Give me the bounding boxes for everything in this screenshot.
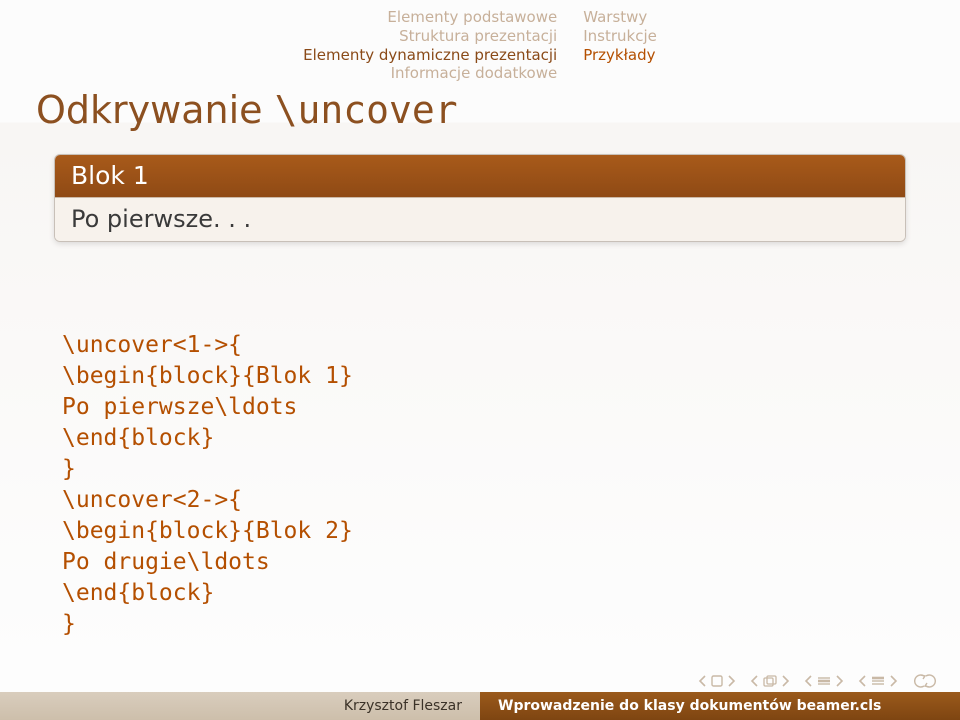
nav-frame-icon[interactable] xyxy=(750,675,790,687)
nav-subsection-0[interactable]: Warstwy xyxy=(583,8,657,27)
slide: Elementy podstawowe Struktura prezentacj… xyxy=(0,0,960,720)
nav-section-1[interactable]: Struktura prezentacji xyxy=(303,27,557,46)
nav-section-2[interactable]: Elementy dynamiczne prezentacji xyxy=(303,46,557,65)
nav-sections: Elementy podstawowe Struktura prezentacj… xyxy=(303,8,557,83)
nav-subsections: Warstwy Instrukcje Przykłady xyxy=(583,8,657,83)
header-nav: Elementy podstawowe Struktura prezentacj… xyxy=(0,8,960,83)
block-title: Blok 1 xyxy=(55,155,905,197)
nav-slide-icon[interactable] xyxy=(698,675,736,687)
example-block: Blok 1 Po pierwsze. . . xyxy=(54,154,906,242)
beamer-nav-symbols[interactable] xyxy=(698,674,938,688)
nav-subsection-2[interactable]: Przykłady xyxy=(583,46,657,65)
nav-section-icon[interactable] xyxy=(858,675,898,687)
nav-section-0[interactable]: Elementy podstawowe xyxy=(303,8,557,27)
block-body: Po pierwsze. . . xyxy=(55,197,905,241)
nav-section-3[interactable]: Informacje dodatkowe xyxy=(303,64,557,83)
frame-title-cmd: \uncover xyxy=(275,88,458,132)
header-nav-inner: Elementy podstawowe Struktura prezentacj… xyxy=(303,8,657,83)
code-listing: \uncover<1->{ \begin{block}{Blok 1} Po p… xyxy=(62,330,353,640)
frame-title: Odkrywanie \uncover xyxy=(36,88,458,132)
footer-author: Krzysztof Fleszar xyxy=(0,692,480,720)
footer: Krzysztof Fleszar Wprowadzenie do klasy … xyxy=(0,692,960,720)
nav-subsection-icon[interactable] xyxy=(804,675,844,687)
footer-title: Wprowadzenie do klasy dokumentów beamer.… xyxy=(480,692,960,720)
nav-back-forward-icon[interactable] xyxy=(912,674,938,688)
frame-title-text: Odkrywanie xyxy=(36,88,275,132)
nav-subsection-1[interactable]: Instrukcje xyxy=(583,27,657,46)
